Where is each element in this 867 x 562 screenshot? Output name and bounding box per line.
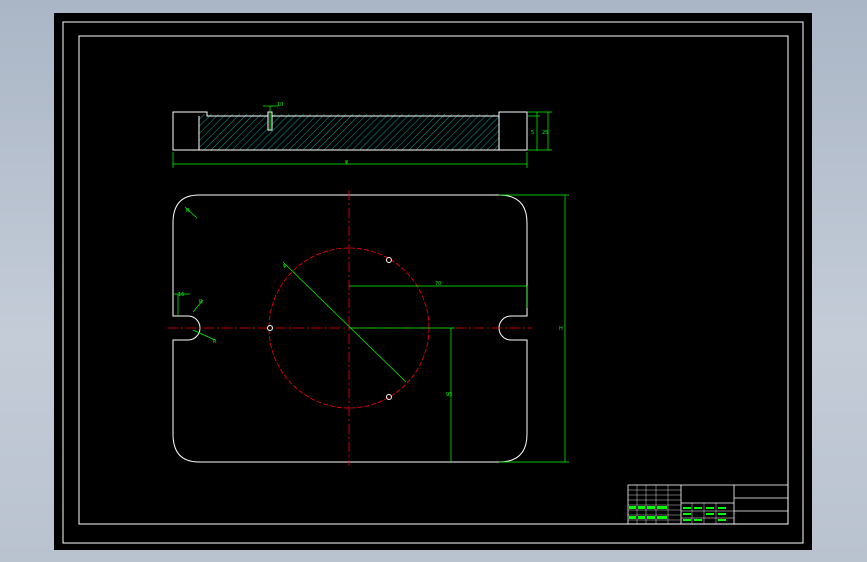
plan-view: R φ 70 95 H 16 R R [168,190,569,466]
dim-slot-r2: R [213,339,217,345]
dim-vertical-offset: 95 [446,392,452,398]
inner-border [78,35,789,525]
cad-drawing: 10 φ 5 25 R φ 70 95 H 16 R R [62,21,804,544]
section-view: 10 φ 5 25 [172,102,552,168]
dim-slot-r1: R [199,299,203,305]
cad-viewport[interactable]: 10 φ 5 25 R φ 70 95 H 16 R R [54,13,812,550]
dim-diameter-line [282,261,407,383]
dim-horizontal-offset: 70 [435,281,441,287]
outer-border [62,21,804,544]
title-block [627,484,789,525]
dim-thk-a: 5 [531,130,534,136]
dim-slot-width: 16 [178,292,184,298]
hole [386,394,392,400]
dim-top-hole: 10 [277,102,283,108]
dim-corner-radius: R [186,208,190,214]
dim-thk-b: 25 [542,130,548,136]
dim-diameter-label: φ [283,263,287,269]
section-hatch [199,114,499,150]
dim-height-label: H [559,326,563,332]
plate-outline [172,194,528,463]
